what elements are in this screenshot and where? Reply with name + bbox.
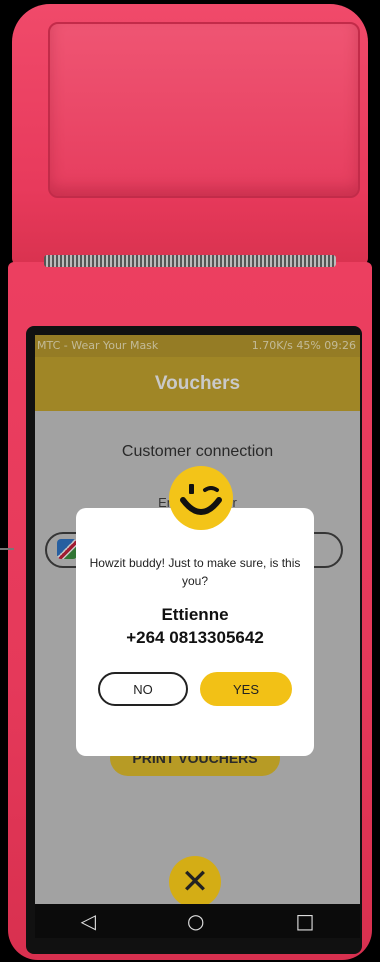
close-button[interactable]: ✕ xyxy=(169,856,221,908)
customer-name: Ettienne xyxy=(161,605,229,624)
home-icon[interactable]: ○ xyxy=(187,909,204,933)
dialog-message: Howzit buddy! Just to make sure, is this… xyxy=(89,556,301,588)
paper-slot xyxy=(44,255,336,267)
customer-phone: +264 0813305642 xyxy=(126,628,264,647)
cable xyxy=(0,548,14,550)
confirm-dialog: Howzit buddy! Just to make sure, is this… xyxy=(76,508,314,756)
phone-screen: MTC - Wear Your Mask 1.70K/s 45% 09:26 V… xyxy=(35,335,360,938)
recent-apps-icon[interactable]: □ xyxy=(296,909,315,933)
android-nav-bar: ◁ ○ □ xyxy=(35,904,360,938)
printer-lid xyxy=(48,22,360,198)
no-button[interactable]: NO xyxy=(98,672,188,706)
back-icon[interactable]: ◁ xyxy=(81,909,96,933)
yes-button[interactable]: YES xyxy=(200,672,292,706)
printer-housing xyxy=(12,4,368,266)
wink-smiley-icon xyxy=(169,466,233,530)
